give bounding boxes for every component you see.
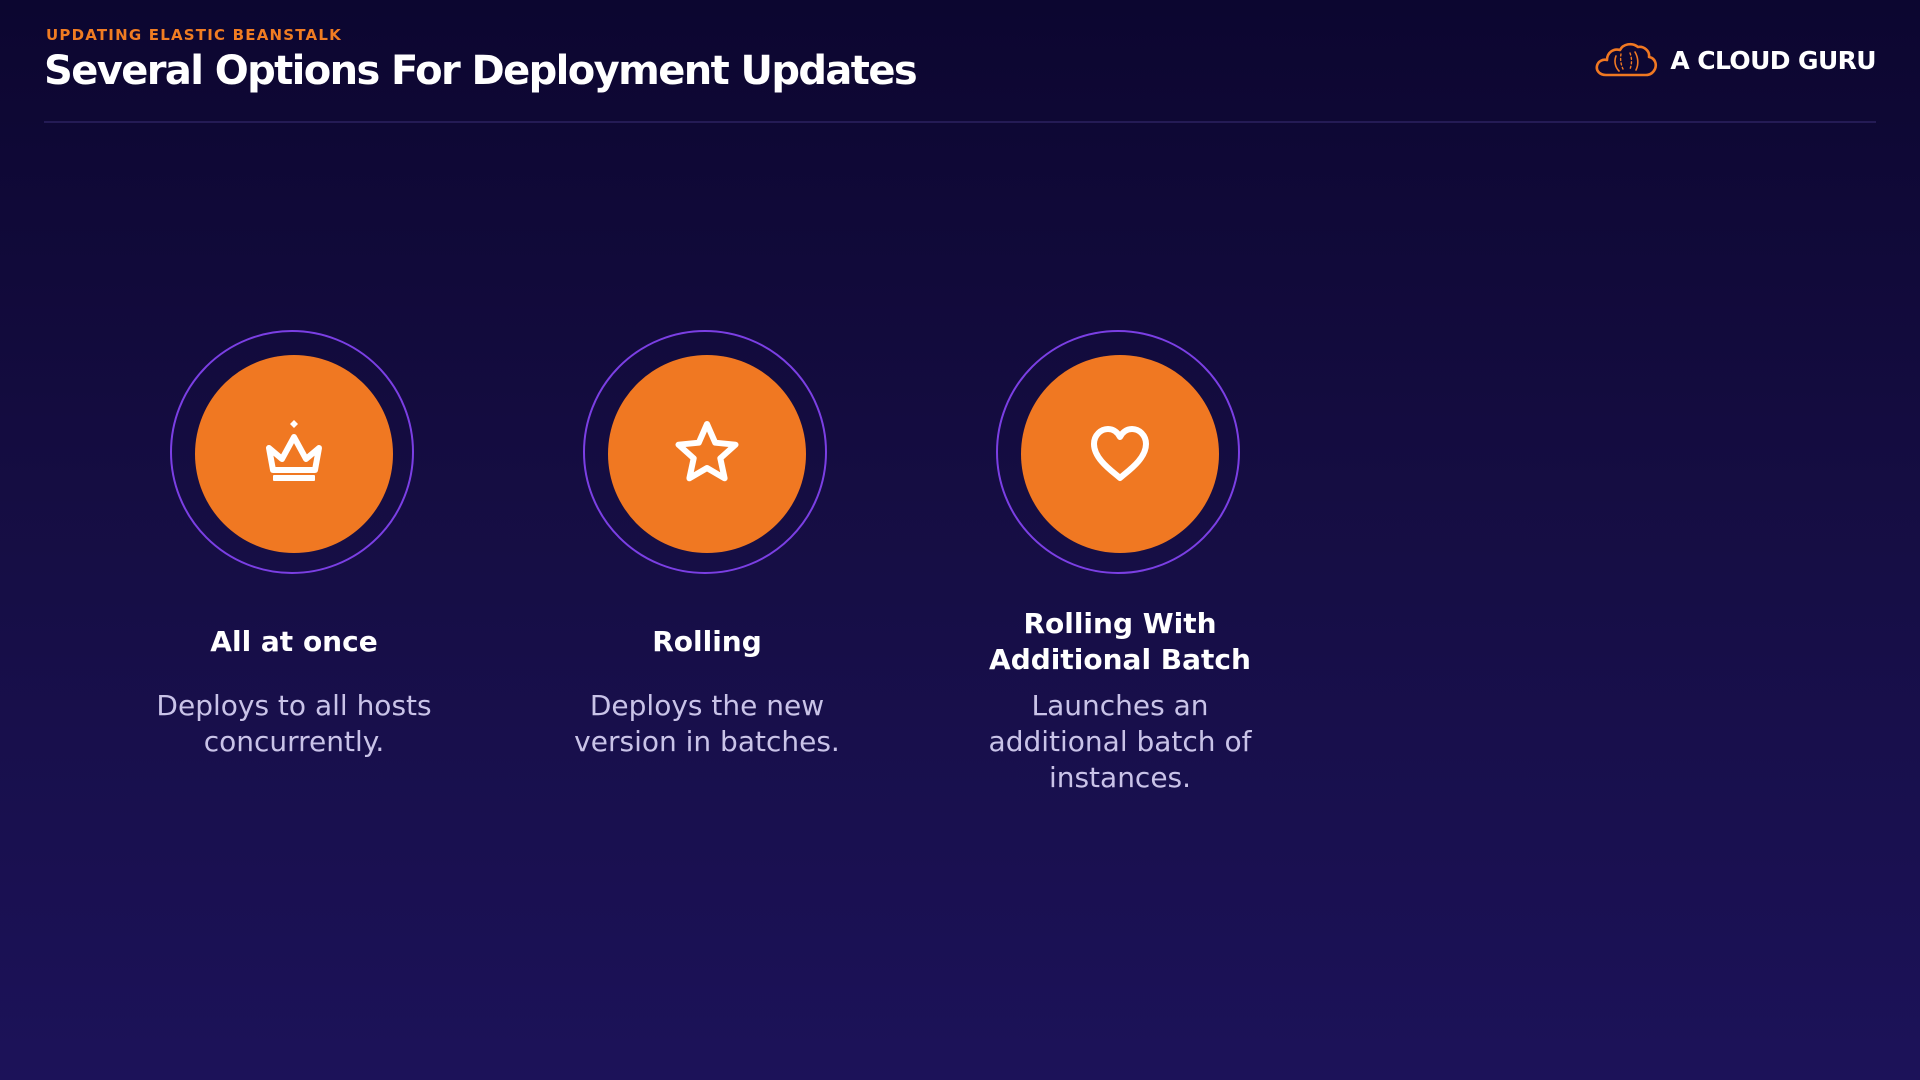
slide-header: UPDATING ELASTIC BEANSTALK Several Optio… bbox=[44, 0, 1877, 123]
option-title: Rolling bbox=[652, 625, 762, 658]
crown-icon bbox=[266, 420, 322, 481]
option-title: Rolling With Additional Batch bbox=[989, 607, 1251, 676]
brand-name: A CLOUD GURU bbox=[1670, 45, 1876, 75]
icon-disc bbox=[608, 355, 806, 553]
option-description: Launches an additional batch of instance… bbox=[988, 689, 1252, 794]
brand: A CLOUD GURU bbox=[1594, 36, 1877, 84]
option-description: Deploys the new version in batches. bbox=[574, 689, 840, 758]
icon-disc bbox=[1021, 355, 1219, 553]
icon-disc bbox=[195, 355, 393, 553]
star-icon bbox=[675, 421, 739, 482]
option-title: All at once bbox=[210, 625, 378, 658]
section-label: UPDATING ELASTIC BEANSTALK bbox=[46, 26, 342, 44]
option-description: Deploys to all hosts concurrently. bbox=[156, 689, 432, 758]
page-title: Several Options For Deployment Updates bbox=[44, 48, 918, 94]
cloud-logo-icon bbox=[1595, 42, 1658, 77]
heart-icon bbox=[1091, 426, 1149, 481]
